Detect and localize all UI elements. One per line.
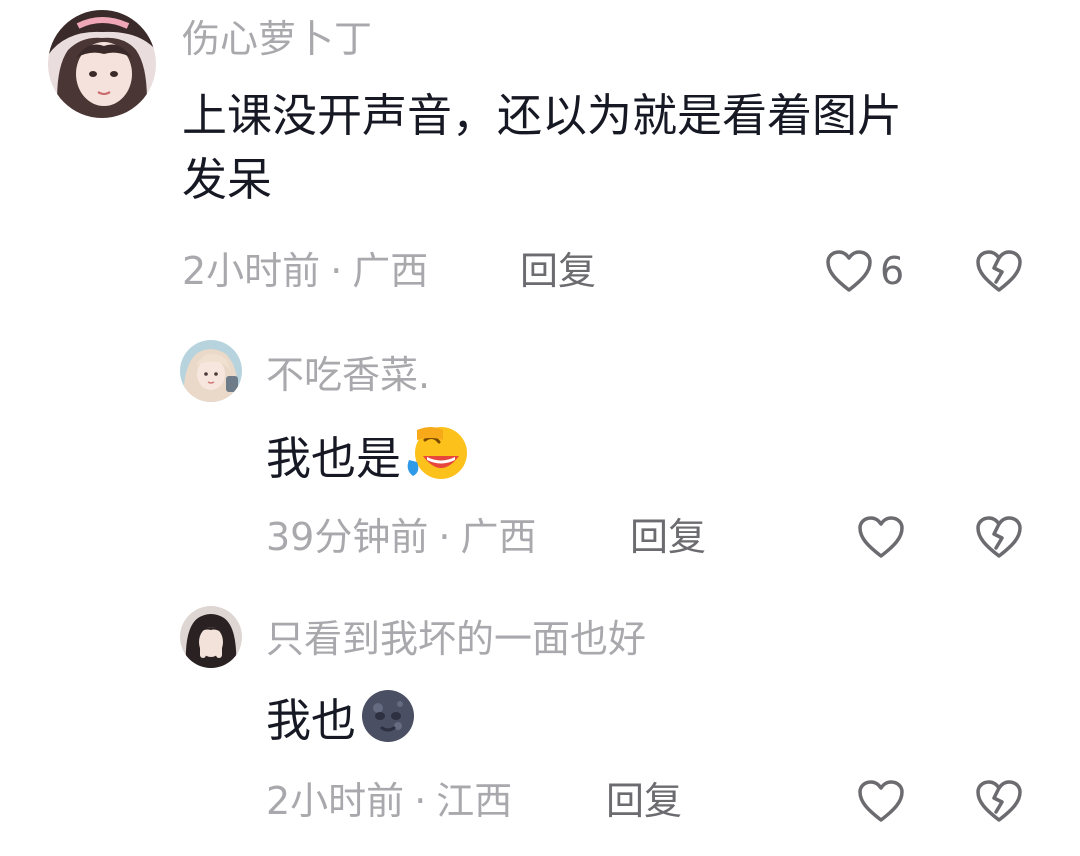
avatar-image (180, 340, 242, 402)
heart-icon (858, 780, 904, 822)
comment-meta: 39分钟前 · 广西 (266, 518, 536, 556)
comment-meta: 2小时前 · 江西 (266, 782, 512, 820)
comment-text-content: 我也 (266, 694, 357, 747)
comment-text-line: 上课没开声音，还以为就是看着图片 (182, 89, 903, 142)
reply-button[interactable]: 回复 (630, 518, 706, 556)
like-button[interactable] (856, 514, 912, 560)
timestamp: 2小时前 (182, 249, 321, 293)
timestamp: 39分钟前 (266, 515, 429, 559)
like-count: 6 (880, 249, 905, 293)
location: 江西 (436, 779, 513, 823)
avatar[interactable] (180, 340, 242, 402)
heart-icon (858, 516, 904, 558)
reply-button[interactable]: 回复 (520, 252, 596, 290)
location: 广西 (460, 515, 537, 559)
broken-heart-icon (976, 780, 1022, 822)
avatar-image (180, 606, 242, 668)
face-with-tears-of-joy-icon (403, 420, 473, 499)
comment-text-content: 我也是 (266, 432, 402, 485)
reply-comment: 只看到我坏的一面也好 我也 2小时前 · 江西 回复 (0, 590, 1080, 850)
separator: · (414, 779, 427, 823)
separator: · (438, 515, 451, 559)
like-button[interactable] (856, 778, 912, 824)
broken-heart-icon (976, 516, 1022, 558)
dislike-button[interactable] (974, 248, 1024, 294)
avatar[interactable] (48, 10, 156, 118)
dislike-button[interactable] (974, 514, 1024, 560)
location: 广西 (352, 249, 429, 293)
reply-button[interactable]: 回复 (606, 782, 682, 820)
dislike-button[interactable] (974, 778, 1024, 824)
broken-heart-icon (976, 250, 1022, 292)
comment: 伤心萝卜丁 上课没开声音，还以为就是看着图片 发呆 2小时前 · 广西 回复 6 (0, 0, 1080, 300)
avatar[interactable] (180, 606, 242, 668)
like-button[interactable]: 6 (824, 248, 904, 294)
username[interactable]: 只看到我坏的一面也好 (266, 620, 646, 658)
avatar-image (48, 10, 156, 118)
comment-text-line: 发呆 (182, 153, 273, 206)
separator: · (330, 249, 343, 293)
username[interactable]: 伤心萝卜丁 (182, 20, 372, 58)
timestamp: 2小时前 (266, 779, 405, 823)
comment-text: 我也 (266, 686, 418, 761)
reply-comment: 不吃香菜. 我也是 39分钟前 · 广西 回复 (0, 330, 1080, 570)
comment-meta: 2小时前 · 广西 (182, 252, 428, 290)
heart-icon (826, 250, 872, 292)
comment-text: 我也是 (266, 420, 473, 499)
new-moon-face-icon (358, 686, 418, 761)
username[interactable]: 不吃香菜. (266, 356, 430, 394)
comment-text: 上课没开声音，还以为就是看着图片 发呆 (182, 84, 902, 212)
